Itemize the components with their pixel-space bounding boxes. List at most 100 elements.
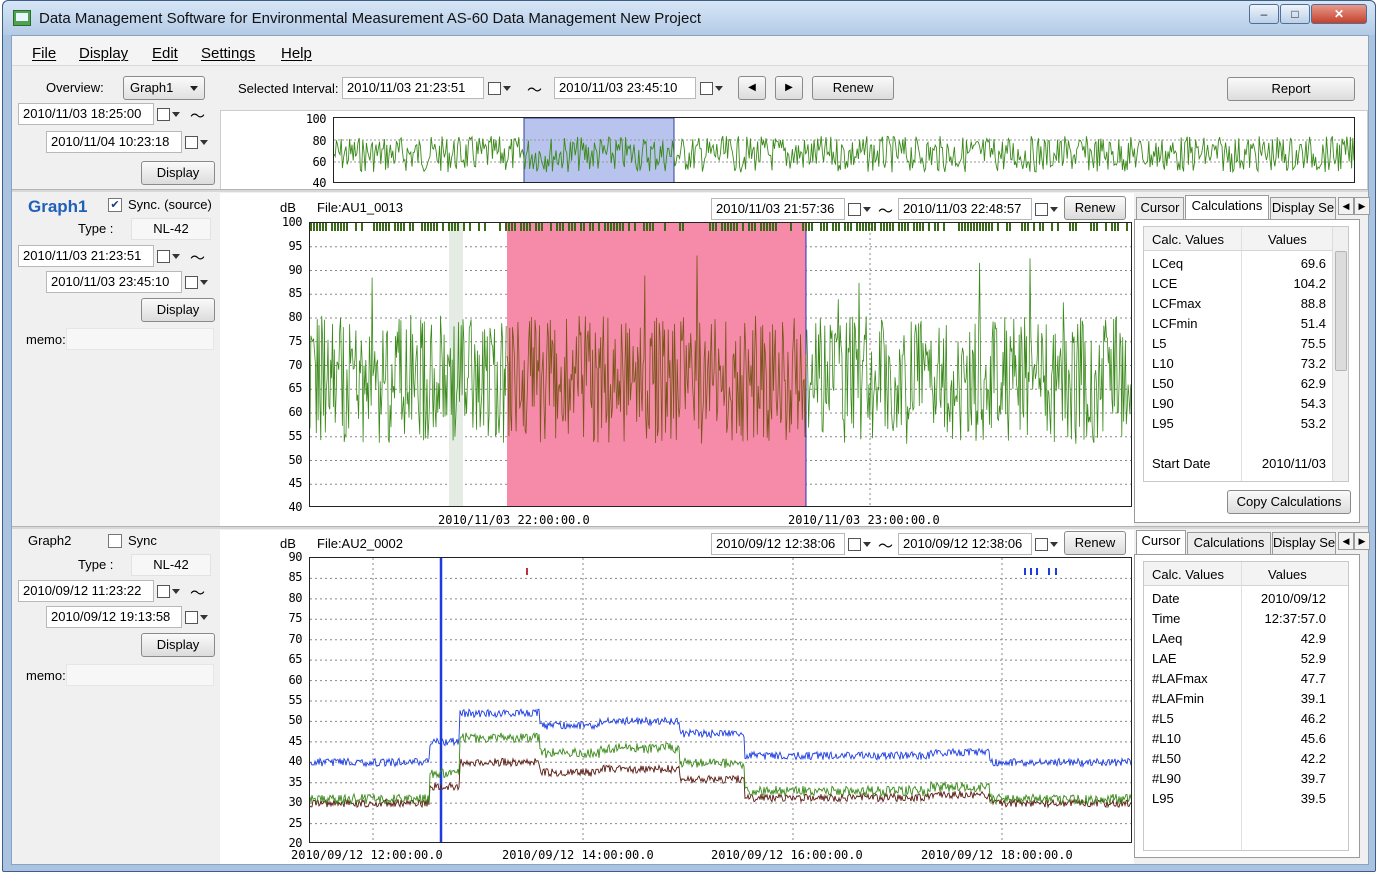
tab-display-settings[interactable]: Display Se	[1272, 532, 1336, 554]
marker-tick	[811, 223, 813, 231]
overview-plot[interactable]	[333, 117, 1355, 183]
marker-tick	[835, 223, 837, 231]
graph2-plot[interactable]	[309, 557, 1132, 843]
menu-display[interactable]: Display	[79, 45, 128, 62]
overview-ytick: 60	[312, 155, 327, 169]
interval-end-field[interactable]: 2010/11/03 23:45:10	[554, 77, 696, 99]
report-button[interactable]: Report	[1227, 77, 1355, 101]
calc-row: LAE 52.9	[1144, 648, 1334, 668]
marker-tick	[484, 223, 486, 231]
tab-display-settings[interactable]: Display Se	[1270, 197, 1336, 219]
menu-file[interactable]: File	[32, 45, 56, 62]
calendar-dropdown-icon[interactable]	[845, 533, 875, 555]
graph2-sync-checkbox[interactable]	[108, 534, 122, 548]
marker-tick	[916, 223, 918, 231]
tab-scroll-left-icon[interactable]: ◀	[1338, 532, 1354, 550]
marker-tick	[562, 223, 564, 231]
graph2-renew-button[interactable]: Renew	[1064, 531, 1126, 555]
calendar-dropdown-icon[interactable]	[1032, 198, 1062, 220]
calendar-dropdown-icon[interactable]	[182, 131, 212, 153]
close-button[interactable]: ✕	[1311, 4, 1367, 24]
calc-row-name: #L90	[1152, 771, 1181, 786]
series-line	[310, 708, 1131, 768]
prev-interval-button[interactable]: ◀	[738, 76, 766, 100]
graph2-type-value: NL-42	[131, 554, 211, 576]
calendar-dropdown-icon[interactable]	[182, 271, 212, 293]
graph1-end-field[interactable]: 2010/11/03 23:45:10	[46, 271, 182, 293]
marker-tick	[607, 223, 609, 231]
interval-start-field[interactable]: 2010/11/03 21:23:51	[342, 77, 484, 99]
graph1-unit: dB	[280, 200, 296, 215]
calc-row-value: 54.3	[1300, 396, 1326, 411]
calc-row-name: Time	[1152, 611, 1181, 626]
calendar-dropdown-icon[interactable]	[154, 245, 184, 267]
graph1-memo-field[interactable]	[66, 328, 214, 350]
marker-tick	[1072, 223, 1074, 231]
marker-tick	[454, 223, 456, 231]
window-title: Data Management Software for Environment…	[39, 10, 701, 27]
marker-tick	[505, 223, 507, 231]
graph1-plot[interactable]	[309, 222, 1132, 507]
range-tilde: 〜	[527, 82, 543, 99]
minimize-button[interactable]: ‒	[1249, 4, 1279, 24]
graph1-ytick: 95	[288, 238, 303, 253]
calendar-dropdown-icon[interactable]	[697, 77, 727, 99]
graph2-display-button[interactable]: Display	[141, 633, 215, 657]
overview-display-button[interactable]: Display	[141, 161, 215, 185]
calendar-dropdown-icon[interactable]	[1032, 533, 1062, 555]
calc1-header-value: Values	[1268, 232, 1307, 247]
tab-scroll-right-icon[interactable]: ▶	[1354, 197, 1370, 215]
graph1-sync-checkbox[interactable]: ✔	[108, 198, 122, 212]
renew-button[interactable]: Renew	[812, 76, 894, 100]
menu-help[interactable]: Help	[281, 45, 312, 62]
graph1-display-button[interactable]: Display	[141, 298, 215, 322]
menu-settings[interactable]: Settings	[201, 45, 255, 62]
calc-row-name: #LAFmax	[1152, 671, 1208, 686]
calc-row-value: 52.9	[1300, 651, 1326, 666]
menu-edit[interactable]: Edit	[152, 45, 178, 62]
overview-select[interactable]: Graph1	[123, 76, 205, 100]
maximize-button[interactable]: □	[1280, 4, 1310, 24]
marker-tick	[892, 223, 894, 231]
copy-calculations-button[interactable]: Copy Calculations	[1227, 490, 1351, 514]
graph1-sync-label: Sync. (source)	[128, 197, 212, 212]
tab-cursor[interactable]: Cursor	[1136, 197, 1184, 219]
graph1-range-end-field[interactable]: 2010/11/03 22:48:57	[898, 198, 1032, 220]
tab-calculations[interactable]: Calculations	[1187, 532, 1271, 554]
tab-cursor[interactable]: Cursor	[1136, 530, 1186, 554]
graph1-renew-button[interactable]: Renew	[1064, 196, 1126, 220]
graph2-memo-field[interactable]	[66, 664, 214, 686]
graph1-file: File:AU1_0013	[317, 200, 403, 215]
graph1-ytick: 100	[281, 215, 303, 229]
overview-end-field[interactable]: 2010/11/04 10:23:18	[46, 131, 182, 153]
marker-tick	[724, 223, 726, 231]
marker-tick	[571, 223, 573, 231]
marker-tick	[580, 223, 582, 231]
calc1-scroll-thumb[interactable]	[1335, 251, 1347, 371]
marker-tick	[310, 223, 312, 231]
marker-tick	[1114, 223, 1116, 231]
tab-scroll-right-icon[interactable]: ▶	[1354, 532, 1370, 550]
next-interval-button[interactable]: ▶	[775, 76, 803, 100]
calendar-dropdown-icon[interactable]	[182, 606, 212, 628]
calc-row-value: 53.2	[1300, 416, 1326, 431]
graph2-start-field[interactable]: 2010/09/12 11:23:22	[18, 580, 154, 602]
graph1-range-start-field[interactable]: 2010/11/03 21:57:36	[711, 198, 845, 220]
overview-label: Overview:	[46, 80, 104, 95]
graph1-start-field[interactable]: 2010/11/03 21:23:51	[18, 245, 154, 267]
graph2-end-field[interactable]: 2010/09/12 19:13:58	[46, 606, 182, 628]
graph2-ytick: 25	[288, 815, 303, 830]
marker-tick	[763, 223, 765, 231]
calc-row-name: #L10	[1152, 731, 1181, 746]
calendar-dropdown-icon[interactable]	[845, 198, 875, 220]
calendar-dropdown-icon[interactable]	[154, 103, 184, 125]
graph2-range-end-field[interactable]: 2010/09/12 12:38:06	[898, 533, 1032, 555]
calc1-scrollbar[interactable]	[1332, 227, 1348, 481]
graph2-range-start-field[interactable]: 2010/09/12 12:38:06	[711, 533, 845, 555]
tab-scroll-left-icon[interactable]: ◀	[1338, 197, 1354, 215]
overview-start-field[interactable]: 2010/11/03 18:25:00	[18, 103, 154, 125]
tab-calculations[interactable]: Calculations	[1185, 195, 1269, 219]
calendar-dropdown-icon[interactable]	[154, 580, 184, 602]
graph2-type-label: Type :	[78, 557, 114, 572]
calendar-dropdown-icon[interactable]	[485, 77, 515, 99]
